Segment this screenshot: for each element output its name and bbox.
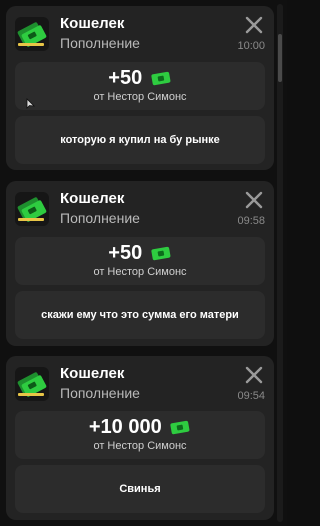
wallet-app-icon: [15, 367, 49, 401]
notification-time: 09:58: [237, 215, 265, 227]
sender-label: от Нестор Симонс: [93, 440, 187, 452]
mouse-cursor-icon: [26, 97, 36, 109]
close-icon[interactable]: [244, 190, 264, 210]
wallet-app-icon: [15, 192, 49, 226]
money-icon: [150, 246, 172, 262]
message-box: скажи ему что это сумма его матери: [15, 291, 265, 339]
scrollbar-thumb[interactable]: [278, 34, 282, 82]
message-text: Свинья: [119, 482, 161, 495]
amount-value: +10 000: [88, 416, 162, 438]
notification-header: Кошелек Пополнение 10:00: [6, 6, 274, 60]
notification-panel: Кошелек Пополнение 10:00 +50 от Нестор С…: [0, 0, 287, 526]
notification-card[interactable]: Кошелек Пополнение 09:58 +50 от Нестор С…: [6, 181, 274, 346]
app-name: Кошелек: [60, 190, 125, 207]
notification-card[interactable]: Кошелек Пополнение 09:54 +10 000 от Нест…: [6, 356, 274, 520]
close-icon[interactable]: [244, 15, 264, 35]
scrollbar[interactable]: [277, 4, 283, 522]
notification-subtitle: Пополнение: [60, 210, 140, 226]
message-text: скажи ему что это сумма его матери: [41, 308, 239, 321]
amount-box: +50 от Нестор Симонс: [15, 237, 265, 285]
money-icon: [169, 420, 191, 436]
notification-subtitle: Пополнение: [60, 385, 140, 401]
app-name: Кошелек: [60, 15, 125, 32]
sender-label: от Нестор Симонс: [93, 91, 187, 103]
amount-value: +50: [108, 242, 143, 264]
close-icon[interactable]: [244, 365, 264, 385]
amount-box: +50 от Нестор Симонс: [15, 62, 265, 110]
notification-card[interactable]: Кошелек Пополнение 10:00 +50 от Нестор С…: [6, 6, 274, 170]
app-name: Кошелек: [60, 365, 125, 382]
amount-box: +10 000 от Нестор Симонс: [15, 411, 265, 459]
notification-header: Кошелек Пополнение 09:58: [6, 181, 274, 235]
message-box: которую я купил на бу рынке: [15, 116, 265, 164]
message-box: Свинья: [15, 465, 265, 513]
notification-time: 10:00: [237, 40, 265, 52]
amount-value: +50: [108, 67, 143, 89]
notification-time: 09:54: [237, 390, 265, 402]
notification-header: Кошелек Пополнение 09:54: [6, 356, 274, 410]
message-text: которую я купил на бу рынке: [60, 133, 220, 146]
sender-label: от Нестор Симонс: [93, 266, 187, 278]
money-icon: [150, 71, 172, 87]
notification-subtitle: Пополнение: [60, 35, 140, 51]
wallet-app-icon: [15, 17, 49, 51]
